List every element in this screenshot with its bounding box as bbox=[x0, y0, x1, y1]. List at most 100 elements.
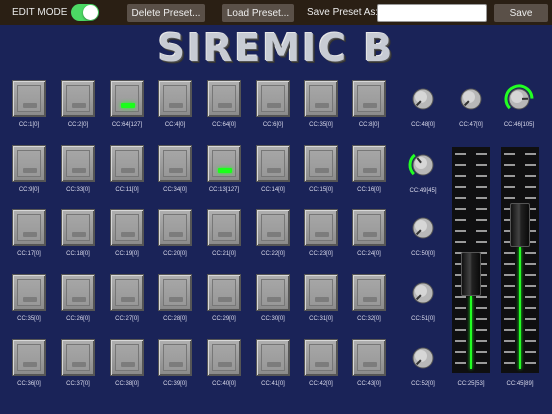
pad-button[interactable] bbox=[158, 339, 192, 376]
pad-button[interactable] bbox=[158, 80, 192, 117]
pad-label: CC:1[0] bbox=[18, 122, 40, 128]
fader-tick bbox=[504, 263, 515, 265]
pad-led-indicator bbox=[169, 168, 183, 173]
rotary-knob[interactable] bbox=[408, 150, 438, 180]
pad-label: CC:13[127] bbox=[208, 187, 240, 193]
rotary-knob[interactable] bbox=[408, 343, 438, 373]
pad-label: CC:41[0] bbox=[261, 381, 285, 387]
rotary-knob[interactable] bbox=[504, 84, 534, 114]
pad-button[interactable] bbox=[304, 209, 338, 246]
pad-button[interactable] bbox=[207, 80, 241, 117]
preset-name-input[interactable] bbox=[377, 4, 487, 22]
pad-label: CC:16[0] bbox=[357, 187, 381, 193]
pad-label: CC:19[0] bbox=[115, 251, 139, 257]
pad-led-indicator bbox=[218, 103, 232, 108]
pad-button[interactable] bbox=[110, 80, 144, 117]
fader-tick bbox=[525, 197, 536, 199]
pad-button[interactable] bbox=[12, 209, 46, 246]
rotary-knob[interactable] bbox=[408, 278, 438, 308]
toggle-knob bbox=[83, 5, 98, 20]
pad-label: CC:33[0] bbox=[66, 187, 90, 193]
delete-preset-button[interactable]: Delete Preset... bbox=[127, 4, 205, 22]
pad-led-indicator bbox=[363, 168, 377, 173]
pad-label: CC:8[0] bbox=[358, 122, 380, 128]
pad-button[interactable] bbox=[158, 145, 192, 182]
fader-tick bbox=[455, 219, 466, 221]
pad-button[interactable] bbox=[12, 145, 46, 182]
fader-tick bbox=[525, 351, 536, 353]
save-button[interactable]: Save bbox=[494, 4, 548, 22]
pad-button[interactable] bbox=[12, 339, 46, 376]
pad-button[interactable] bbox=[304, 274, 338, 311]
knob-highlight bbox=[415, 350, 427, 362]
fader-handle[interactable] bbox=[461, 252, 481, 297]
rotary-knob[interactable] bbox=[456, 84, 486, 114]
pad-label: CC:21[0] bbox=[212, 251, 236, 257]
rotary-knob[interactable] bbox=[408, 213, 438, 243]
pad-button[interactable] bbox=[207, 145, 241, 182]
pad-button[interactable] bbox=[256, 80, 290, 117]
pad-label: CC:37[0] bbox=[66, 381, 90, 387]
rotary-knob[interactable] bbox=[408, 84, 438, 114]
fader-tick bbox=[525, 274, 536, 276]
edit-mode-label: EDIT MODE bbox=[12, 7, 68, 18]
fader-tick bbox=[476, 362, 487, 364]
pad-label: CC:43[0] bbox=[357, 381, 381, 387]
pad-button[interactable] bbox=[110, 274, 144, 311]
pad-led-indicator bbox=[218, 168, 232, 173]
pad-button[interactable] bbox=[110, 209, 144, 246]
pad-label: CC:14[0] bbox=[261, 187, 285, 193]
fader-tick bbox=[525, 252, 536, 254]
edit-mode-toggle[interactable] bbox=[71, 4, 99, 21]
fader-track[interactable] bbox=[452, 147, 490, 373]
fader-tick bbox=[525, 340, 536, 342]
pad-button[interactable] bbox=[304, 339, 338, 376]
fader-tick bbox=[455, 362, 466, 364]
pad-button[interactable] bbox=[256, 339, 290, 376]
pad-button[interactable] bbox=[61, 145, 95, 182]
fader-tick bbox=[455, 175, 466, 177]
pad-button[interactable] bbox=[158, 209, 192, 246]
pad-label: CC:15[0] bbox=[309, 187, 333, 193]
knob-highlight bbox=[463, 91, 475, 103]
pad-button[interactable] bbox=[352, 274, 386, 311]
pad-button[interactable] bbox=[256, 274, 290, 311]
pad-led-indicator bbox=[72, 297, 86, 302]
pad-button[interactable] bbox=[304, 145, 338, 182]
pad-button[interactable] bbox=[352, 339, 386, 376]
pad-button[interactable] bbox=[207, 274, 241, 311]
fader-tick bbox=[504, 274, 515, 276]
pad-button[interactable] bbox=[12, 80, 46, 117]
fader-track[interactable] bbox=[501, 147, 539, 373]
fader-tick bbox=[455, 241, 466, 243]
pad-label: CC:28[0] bbox=[163, 316, 187, 322]
fader-tick bbox=[504, 164, 515, 166]
fader-tick bbox=[476, 329, 487, 331]
pad-led-indicator bbox=[23, 362, 37, 367]
pad-button[interactable] bbox=[352, 80, 386, 117]
pad-button[interactable] bbox=[110, 145, 144, 182]
pad-button[interactable] bbox=[256, 145, 290, 182]
fader-tick bbox=[455, 296, 466, 298]
pad-button[interactable] bbox=[304, 80, 338, 117]
pad-button[interactable] bbox=[61, 274, 95, 311]
pad-led-indicator bbox=[363, 297, 377, 302]
fader-handle[interactable] bbox=[510, 203, 530, 248]
pad-led-indicator bbox=[267, 232, 281, 237]
pad-button[interactable] bbox=[12, 274, 46, 311]
pad-button[interactable] bbox=[352, 145, 386, 182]
load-preset-button[interactable]: Load Preset... bbox=[222, 4, 294, 22]
fader-tick bbox=[476, 318, 487, 320]
pad-button[interactable] bbox=[61, 209, 95, 246]
pad-button[interactable] bbox=[352, 209, 386, 246]
knob-highlight bbox=[415, 285, 427, 297]
pad-button[interactable] bbox=[110, 339, 144, 376]
pad-button[interactable] bbox=[207, 339, 241, 376]
pad-button[interactable] bbox=[158, 274, 192, 311]
pad-led-indicator bbox=[267, 297, 281, 302]
pad-button[interactable] bbox=[207, 209, 241, 246]
pad-button[interactable] bbox=[61, 339, 95, 376]
pad-label: CC:64[127] bbox=[111, 122, 143, 128]
pad-button[interactable] bbox=[61, 80, 95, 117]
pad-button[interactable] bbox=[256, 209, 290, 246]
